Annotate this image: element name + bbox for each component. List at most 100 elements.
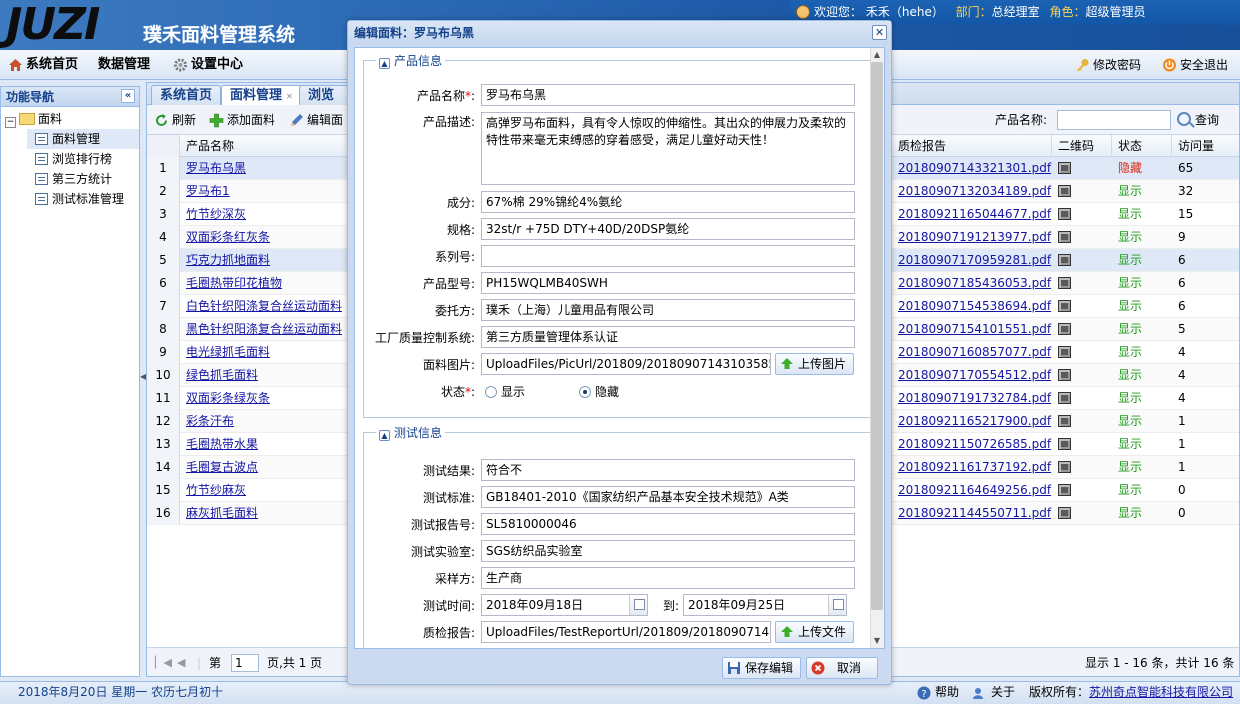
save-button[interactable]: 保存编辑 — [722, 657, 802, 679]
image-path-input[interactable]: UploadFiles/PicUrl/201809/20180907143103… — [481, 353, 771, 375]
change-password-button[interactable]: 修改密码 — [1073, 50, 1141, 80]
menu-home[interactable]: 系统首页 — [6, 50, 78, 80]
collapse-toggle-icon[interactable]: − — [5, 117, 16, 128]
report-path-input[interactable]: UploadFiles/TestReportUrl/201809/2018090… — [481, 621, 771, 643]
qr-code-icon[interactable] — [1058, 387, 1112, 410]
report-link[interactable]: 20180907132034189.pdf — [898, 180, 1052, 203]
collapse-section-icon[interactable]: ▲ — [379, 58, 390, 69]
qr-code-icon[interactable] — [1058, 295, 1112, 318]
column-header-report[interactable]: 质检报告 — [892, 135, 1052, 157]
add-fabric-button[interactable]: 添加面料 — [207, 105, 275, 135]
report-link[interactable]: 20180921164649256.pdf — [898, 479, 1052, 502]
qr-code-icon[interactable] — [1058, 341, 1112, 364]
column-header-name[interactable]: 产品名称 — [180, 135, 350, 157]
test-result-input[interactable]: 符合不 — [481, 459, 855, 481]
menu-settings[interactable]: 设置中心 — [171, 50, 243, 80]
logout-button[interactable]: 安全退出 — [1160, 50, 1228, 80]
report-link[interactable]: 20180921161737192.pdf — [898, 456, 1052, 479]
tab-ranking[interactable]: 浏览排行 — [299, 85, 349, 105]
collapse-nav-button[interactable]: « — [121, 89, 135, 103]
qr-code-icon[interactable] — [1058, 249, 1112, 272]
composition-input[interactable]: 67%棉 29%锦纶4%氨纶 — [481, 191, 855, 213]
product-desc-textarea[interactable]: 高弹罗马布面料，具有令人惊叹的伸缩性。其出众的伸展力及柔软的特性带来毫无束缚感的… — [481, 112, 855, 185]
client-input[interactable]: 璞禾（上海）儿童用品有限公司 — [481, 299, 855, 321]
product-name-link[interactable]: 毛圈热带水果 — [186, 433, 350, 456]
collapse-section-icon[interactable]: ▲ — [379, 430, 390, 441]
report-link[interactable]: 20180907170554512.pdf — [898, 364, 1052, 387]
tab-home[interactable]: 系统首页 — [151, 85, 222, 105]
qr-code-icon[interactable] — [1058, 318, 1112, 341]
test-info-legend[interactable]: ▲ 测试信息 — [376, 425, 446, 441]
product-name-link[interactable]: 麻灰抓毛面料 — [186, 502, 350, 525]
status-radio-show[interactable]: 显示 — [485, 384, 525, 400]
qr-code-icon[interactable] — [1058, 180, 1112, 203]
qr-code-icon[interactable] — [1058, 364, 1112, 387]
search-button[interactable]: 查询 — [1177, 105, 1219, 135]
product-info-legend[interactable]: ▲ 产品信息 — [376, 53, 446, 69]
status-radio-hide[interactable]: 隐藏 — [579, 384, 619, 400]
test-end-date-input[interactable]: 2018年09月25日 — [683, 594, 847, 616]
qr-code-icon[interactable] — [1058, 410, 1112, 433]
report-number-input[interactable]: SL5810000046 — [481, 513, 855, 535]
first-page-icon[interactable]: ▏◀ — [155, 648, 172, 676]
scroll-down-icon[interactable]: ▼ — [870, 634, 884, 648]
report-link[interactable]: 20180921150726585.pdf — [898, 433, 1052, 456]
product-name-link[interactable]: 双面彩条红灰条 — [186, 226, 350, 249]
product-name-link[interactable]: 电光绿抓毛面料 — [186, 341, 350, 364]
series-input[interactable] — [481, 245, 855, 267]
scroll-thumb[interactable] — [871, 62, 883, 610]
qr-code-icon[interactable] — [1058, 456, 1112, 479]
tab-fabric-management[interactable]: 面料管理 ✕ — [221, 85, 305, 106]
qr-code-icon[interactable] — [1058, 479, 1112, 502]
qc-system-input[interactable]: 第三方质量管理体系认证 — [481, 326, 855, 348]
qr-code-icon[interactable] — [1058, 226, 1112, 249]
report-link[interactable]: 20180921144550711.pdf — [898, 502, 1052, 525]
product-name-link[interactable]: 竹节纱深灰 — [186, 203, 350, 226]
product-name-link[interactable]: 罗马布1 — [186, 180, 350, 203]
cancel-button[interactable]: 取消 — [806, 657, 879, 679]
sidebar-item-third-party-stats[interactable]: 第三方统计 — [27, 169, 139, 189]
product-name-link[interactable]: 白色针织阳涤复合丝运动面料 — [186, 295, 350, 318]
product-name-input[interactable]: 罗马布乌黑 — [481, 84, 855, 106]
company-link[interactable]: 苏州奇点智能科技有限公司 — [1089, 682, 1233, 703]
product-name-link[interactable]: 绿色抓毛面料 — [186, 364, 350, 387]
test-standard-input[interactable]: GB18401-2010《国家纺织产品基本安全技术规范》A类 — [481, 486, 855, 508]
qr-code-icon[interactable] — [1058, 157, 1112, 180]
product-name-link[interactable]: 巧克力抓地面料 — [186, 249, 350, 272]
sampler-input[interactable]: 生产商 — [481, 567, 855, 589]
report-link[interactable]: 20180907160857077.pdf — [898, 341, 1052, 364]
about-link[interactable]: 关于 — [973, 682, 1015, 703]
menu-data[interactable]: 数据管理 — [78, 50, 150, 80]
product-name-link[interactable]: 竹节纱麻灰 — [186, 479, 350, 502]
report-link[interactable]: 20180907143321301.pdf — [898, 157, 1052, 180]
tree-root-fabric[interactable]: − 面料 — [5, 109, 137, 129]
report-link[interactable]: 20180921165044677.pdf — [898, 203, 1052, 226]
sidebar-item-fabric-management[interactable]: 面料管理 — [27, 129, 139, 149]
sidebar-item-test-standards[interactable]: 测试标准管理 — [27, 189, 139, 209]
product-name-link[interactable]: 黑色针织阳涤复合丝运动面料 — [186, 318, 350, 341]
report-link[interactable]: 20180907185436053.pdf — [898, 272, 1052, 295]
prev-page-icon[interactable]: ◀ — [177, 648, 185, 676]
report-link[interactable]: 20180921165217900.pdf — [898, 410, 1052, 433]
upload-file-button[interactable]: 上传文件 — [775, 621, 855, 643]
dialog-title-bar[interactable]: 编辑面料：罗马布乌黑 ✕ — [348, 21, 891, 45]
qr-code-icon[interactable] — [1058, 502, 1112, 525]
qr-code-icon[interactable] — [1058, 203, 1112, 226]
lab-input[interactable]: SGS纺织品实验室 — [481, 540, 855, 562]
report-link[interactable]: 20180907154101551.pdf — [898, 318, 1052, 341]
report-link[interactable]: 20180907154538694.pdf — [898, 295, 1052, 318]
product-name-link[interactable]: 毛圈热带印花植物 — [186, 272, 350, 295]
report-link[interactable]: 20180907191213977.pdf — [898, 226, 1052, 249]
spec-input[interactable]: 32st/r +75D DTY+40D/20DSP氨纶 — [481, 218, 855, 240]
product-name-link[interactable]: 毛圈复古波点 — [186, 456, 350, 479]
column-header-visits[interactable]: 访问量 — [1172, 135, 1239, 157]
model-input[interactable]: PH15WQLMB40SWH — [481, 272, 855, 294]
calendar-icon[interactable] — [828, 595, 846, 615]
upload-image-button[interactable]: 上传图片 — [775, 353, 855, 375]
dialog-scrollbar[interactable]: ▲ ▼ — [870, 48, 884, 648]
page-number-input[interactable] — [231, 654, 259, 672]
sidebar-item-ranking[interactable]: 浏览排行榜 — [27, 149, 139, 169]
product-name-link[interactable]: 彩条汗布 — [186, 410, 350, 433]
report-link[interactable]: 20180907191732784.pdf — [898, 387, 1052, 410]
report-link[interactable]: 20180907170959281.pdf — [898, 249, 1052, 272]
